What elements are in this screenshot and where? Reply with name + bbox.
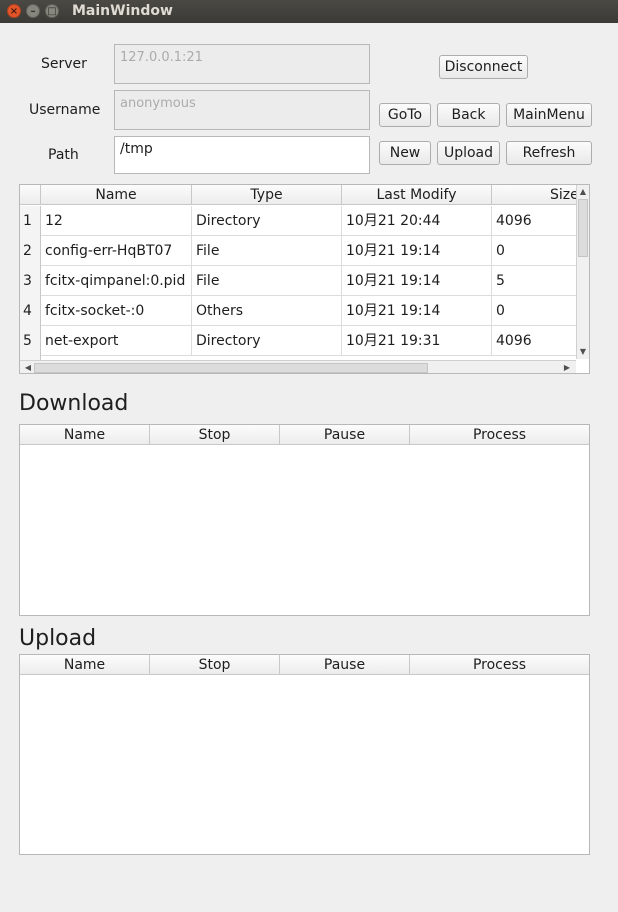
file-size: 5 — [496, 273, 505, 289]
table-row[interactable]: 2 config-err-HqBT07 File 10月21 19:14 0 — [20, 236, 576, 266]
file-size: 4096 — [496, 213, 532, 229]
window-title: MainWindow — [72, 3, 173, 19]
file-modified: 10月21 19:14 — [342, 266, 492, 296]
username-label: Username — [29, 102, 101, 118]
back-button[interactable]: Back — [437, 103, 500, 127]
download-column-process[interactable]: Process — [410, 425, 589, 445]
upload-button[interactable]: Upload — [437, 141, 500, 165]
goto-button[interactable]: GoTo — [379, 103, 431, 127]
download-table[interactable]: Name Stop Pause Process — [19, 424, 590, 616]
file-type: Directory — [192, 326, 342, 356]
file-size: 4096 — [496, 333, 532, 349]
table-row[interactable]: 1 12 Directory 10月21 20:44 4096 — [20, 206, 576, 236]
path-label: Path — [48, 147, 79, 163]
scroll-down-icon[interactable]: ▼ — [577, 347, 589, 357]
upload-column-name[interactable]: Name — [20, 655, 150, 675]
horizontal-scroll-thumb[interactable] — [34, 363, 428, 373]
file-type: Others — [192, 296, 342, 326]
file-size: 0 — [496, 303, 505, 319]
username-field[interactable]: anonymous — [114, 90, 370, 130]
file-type: File — [192, 266, 342, 296]
download-column-pause[interactable]: Pause — [280, 425, 410, 445]
server-field[interactable]: 127.0.0.1:21 — [114, 44, 370, 84]
upload-column-pause[interactable]: Pause — [280, 655, 410, 675]
upload-table-header: Name Stop Pause Process — [20, 655, 589, 675]
column-header-last-modify[interactable]: Last Modify — [342, 185, 492, 205]
path-input[interactable]: /tmp — [114, 136, 370, 174]
file-type: Directory — [192, 206, 342, 236]
table-row[interactable]: 3 fcitx-qimpanel:0.pid File 10月21 19:14 … — [20, 266, 576, 296]
disconnect-button[interactable]: Disconnect — [439, 55, 528, 79]
title-bar: × – □ MainWindow — [0, 0, 618, 23]
vertical-scrollbar[interactable]: ▲ ▼ — [576, 185, 589, 359]
scroll-up-icon[interactable]: ▲ — [577, 187, 589, 197]
close-icon[interactable]: × — [7, 4, 21, 18]
file-modified: 10月21 19:14 — [342, 236, 492, 266]
row-number: 5 — [20, 326, 41, 356]
file-table-header: Name Type Last Modify Size — [20, 185, 579, 205]
minimize-icon[interactable]: – — [26, 4, 40, 18]
scroll-left-icon[interactable]: ◀ — [22, 363, 34, 373]
refresh-button[interactable]: Refresh — [506, 141, 592, 165]
file-table[interactable]: Name Type Last Modify Size 1 12 Director… — [19, 184, 590, 374]
maximize-icon[interactable]: □ — [45, 4, 59, 18]
vertical-scroll-thumb[interactable] — [578, 199, 588, 257]
file-size: 0 — [496, 243, 505, 259]
file-name: config-err-HqBT07 — [41, 236, 192, 266]
file-modified: 10月21 19:31 — [342, 326, 492, 356]
column-header-name[interactable]: Name — [41, 185, 192, 205]
horizontal-scrollbar[interactable]: ◀ ▶ — [20, 360, 576, 373]
corner-header — [20, 185, 41, 205]
row-number: 1 — [20, 206, 41, 236]
table-row[interactable]: 5 net-export Directory 10月21 19:31 4096 — [20, 326, 576, 356]
file-name: net-export — [41, 326, 192, 356]
upload-table[interactable]: Name Stop Pause Process — [19, 654, 590, 855]
download-column-name[interactable]: Name — [20, 425, 150, 445]
file-modified: 10月21 20:44 — [342, 206, 492, 236]
download-column-stop[interactable]: Stop — [150, 425, 280, 445]
upload-title: Upload — [19, 626, 97, 651]
file-name: 12 — [41, 206, 192, 236]
upload-column-process[interactable]: Process — [410, 655, 589, 675]
column-header-type[interactable]: Type — [192, 185, 342, 205]
scroll-right-icon[interactable]: ▶ — [561, 363, 573, 373]
new-button[interactable]: New — [379, 141, 431, 165]
download-table-header: Name Stop Pause Process — [20, 425, 589, 445]
file-type: File — [192, 236, 342, 266]
row-number: 4 — [20, 296, 41, 326]
file-name: fcitx-socket-:0 — [41, 296, 192, 326]
file-modified: 10月21 19:14 — [342, 296, 492, 326]
download-title: Download — [19, 391, 129, 416]
upload-column-stop[interactable]: Stop — [150, 655, 280, 675]
row-number: 3 — [20, 266, 41, 296]
server-label: Server — [41, 56, 87, 72]
row-number: 2 — [20, 236, 41, 266]
table-row[interactable]: 4 fcitx-socket-:0 Others 10月21 19:14 0 — [20, 296, 576, 326]
file-name: fcitx-qimpanel:0.pid — [41, 266, 192, 296]
mainmenu-button[interactable]: MainMenu — [506, 103, 592, 127]
